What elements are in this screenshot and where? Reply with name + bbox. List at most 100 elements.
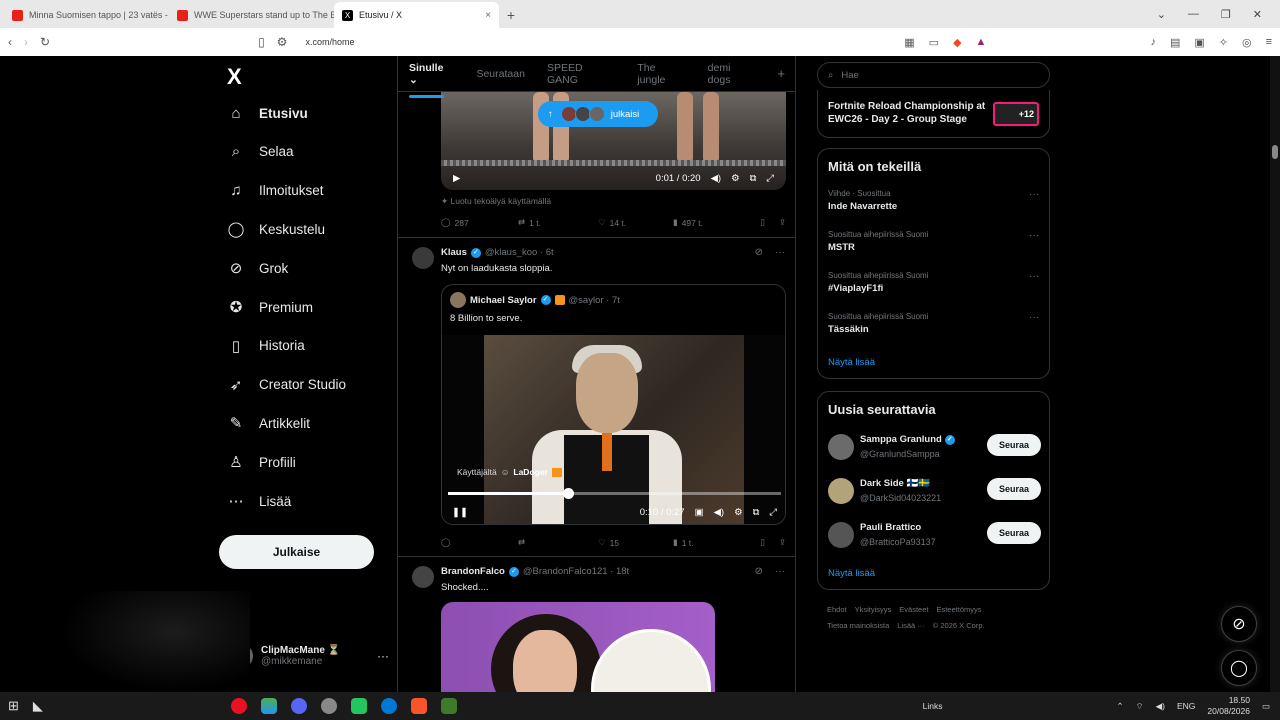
share-icon[interactable]: ⇪: [779, 537, 786, 548]
like-button[interactable]: ♡ 15: [598, 537, 673, 548]
more-icon[interactable]: ···: [377, 649, 389, 663]
bookmark-page-icon[interactable]: ▯: [258, 35, 265, 49]
nav-item-profiili[interactable]: ♙ Profiili: [227, 453, 296, 471]
nav-item-artikkelit[interactable]: ✎ Artikkelit: [227, 414, 310, 432]
tab-following[interactable]: Seurataan: [476, 68, 524, 80]
more-icon[interactable]: ···: [775, 247, 785, 258]
volume-icon[interactable]: ◀): [714, 507, 724, 518]
brave-shield-icon[interactable]: ◆: [953, 36, 961, 49]
app-icon[interactable]: [440, 698, 457, 714]
sidebar-icon[interactable]: ▤: [1170, 36, 1180, 49]
follow-button[interactable]: Seuraa: [987, 434, 1041, 456]
repost-button[interactable]: ⇄: [518, 537, 598, 548]
tray-arrow-icon[interactable]: ⌃: [1117, 701, 1124, 712]
avatar[interactable]: [828, 522, 854, 548]
nav-item-etusivu[interactable]: ⌂ Etusivu: [227, 104, 307, 122]
footer-link[interactable]: Evästeet: [899, 605, 928, 614]
who-show-more[interactable]: Näytä lisää: [828, 568, 875, 579]
tab-search-icon[interactable]: ⌄: [1157, 8, 1166, 21]
suggested-user-name[interactable]: Pauli Brattico: [860, 522, 921, 533]
footer-link[interactable]: © 2026 X Corp.: [933, 621, 985, 630]
footer-link[interactable]: Ehdot: [827, 605, 847, 614]
browser-tab-active[interactable]: X Etusivu / X ×: [334, 2, 499, 28]
app-icon[interactable]: [320, 698, 337, 714]
url-field[interactable]: x.com/home: [305, 37, 354, 47]
messages-fab-icon[interactable]: ◯: [1221, 650, 1257, 686]
reply-button[interactable]: ◯ 287: [441, 217, 518, 228]
volume-icon[interactable]: ◀): [711, 173, 721, 184]
avatar[interactable]: [412, 566, 434, 588]
windows-start-icon[interactable]: ⊞: [8, 698, 19, 714]
site-info-icon[interactable]: ⚙: [277, 35, 288, 49]
grok-explain-icon[interactable]: ⊘: [755, 247, 763, 258]
footer-link[interactable]: Lisää ···: [897, 621, 925, 630]
back-icon[interactable]: ‹: [8, 35, 12, 49]
close-window-button[interactable]: ✕: [1253, 8, 1262, 21]
wallet-icon[interactable]: ▣: [1194, 36, 1204, 49]
suggested-user-name[interactable]: Dark Side 🇫🇮🇸🇪: [860, 478, 930, 489]
nav-item-creator-studio[interactable]: ➶ Creator Studio: [227, 376, 346, 394]
menu-icon[interactable]: ≡: [1266, 36, 1272, 48]
fullscreen-icon[interactable]: ⤢: [769, 507, 777, 518]
grok-fab-icon[interactable]: ⊘: [1221, 606, 1257, 642]
forward-icon[interactable]: ›: [24, 35, 28, 49]
notifications-icon[interactable]: ▭: [1262, 701, 1270, 712]
clock[interactable]: 18.50 20/08/2026: [1207, 695, 1250, 717]
tab-the-jungle[interactable]: The jungle: [637, 62, 685, 86]
video-credit[interactable]: Käyttäjältä ☺ LaDoger: [457, 467, 562, 477]
views-button[interactable]: ▮ 497 t.: [673, 217, 753, 228]
maximize-button[interactable]: ❐: [1221, 8, 1231, 21]
footer-link[interactable]: Yksityisyys: [855, 605, 892, 614]
nav-item-keskustelu[interactable]: ◯ Keskustelu: [227, 220, 325, 238]
nav-item-grok[interactable]: ⊘ Grok: [227, 259, 289, 277]
search-icon[interactable]: ◣: [33, 698, 43, 714]
settings-icon[interactable]: ⚙: [731, 173, 740, 184]
scrubber-handle[interactable]: [562, 488, 574, 499]
video-scrubber[interactable]: [448, 488, 781, 499]
play-icon[interactable]: ▶: [453, 173, 460, 184]
x-logo[interactable]: X: [227, 64, 242, 90]
follow-button[interactable]: Seuraa: [987, 522, 1041, 544]
post-image[interactable]: [441, 602, 715, 692]
settings-icon[interactable]: ⚙: [734, 507, 743, 518]
tab-for-you[interactable]: Sinulle ⌄: [409, 62, 454, 98]
like-button[interactable]: ♡ 14 t.: [598, 217, 673, 228]
new-posts-pill[interactable]: ↑ julkaisi: [538, 101, 658, 127]
cast-icon[interactable]: ▭: [929, 36, 939, 49]
bookmark-icon[interactable]: ▯: [760, 217, 765, 228]
views-button[interactable]: ▮ 1 t.: [673, 537, 753, 548]
more-icon[interactable]: ···: [1029, 189, 1039, 200]
more-icon[interactable]: ···: [1029, 230, 1039, 241]
reply-button[interactable]: ◯: [441, 537, 518, 548]
avatar[interactable]: [828, 478, 854, 504]
avatar[interactable]: [412, 247, 434, 269]
app-icon[interactable]: [350, 698, 367, 714]
brave-icon[interactable]: [410, 698, 427, 714]
network-icon[interactable]: ⌔: [1136, 701, 1144, 712]
who-to-follow-item[interactable]: Samppa Granlund ✓ @GranlundSamppa Seuraa: [828, 432, 1041, 466]
grok-explain-icon[interactable]: ⊘: [755, 566, 763, 577]
nav-item-lis-[interactable]: ⋯ Lisää: [227, 492, 292, 510]
pause-icon[interactable]: ❚❚: [452, 507, 468, 518]
ai-icon[interactable]: ✧: [1219, 36, 1228, 49]
trend-item[interactable]: Viihde · Suosittua Inde Navarrette ···: [828, 189, 1041, 212]
page-scrollbar[interactable]: [1270, 56, 1280, 692]
search-input[interactable]: ⌕ Hae: [817, 62, 1050, 88]
post-button[interactable]: Julkaise: [219, 535, 374, 569]
fullscreen-icon[interactable]: ⤢: [766, 173, 774, 184]
share-icon[interactable]: ⇪: [779, 217, 786, 228]
minimize-button[interactable]: —: [1188, 8, 1199, 20]
discord-icon[interactable]: [290, 698, 307, 714]
browser-tab[interactable]: Minna Suomisen tappo | 23 vatës - H×: [4, 2, 169, 28]
more-icon[interactable]: ···: [1029, 312, 1039, 323]
pip-icon[interactable]: ⧉: [750, 173, 757, 184]
suggested-user-name[interactable]: Samppa Granlund ✓: [860, 434, 955, 445]
nav-item-ilmoitukset[interactable]: ♫ Ilmoitukset: [227, 182, 323, 200]
nav-item-historia[interactable]: ▯ Historia: [227, 337, 305, 355]
tab-demi-dogs[interactable]: demi dogs: [708, 62, 756, 86]
rewards-icon[interactable]: ▲: [976, 36, 987, 48]
reload-icon[interactable]: ↻: [40, 35, 50, 49]
trends-show-more[interactable]: Näytä lisää: [828, 357, 875, 368]
who-to-follow-item[interactable]: Dark Side 🇫🇮🇸🇪 @DarkSid04023221 Seuraa: [828, 476, 1041, 510]
repost-button[interactable]: ⇄ 1 t.: [518, 217, 598, 228]
